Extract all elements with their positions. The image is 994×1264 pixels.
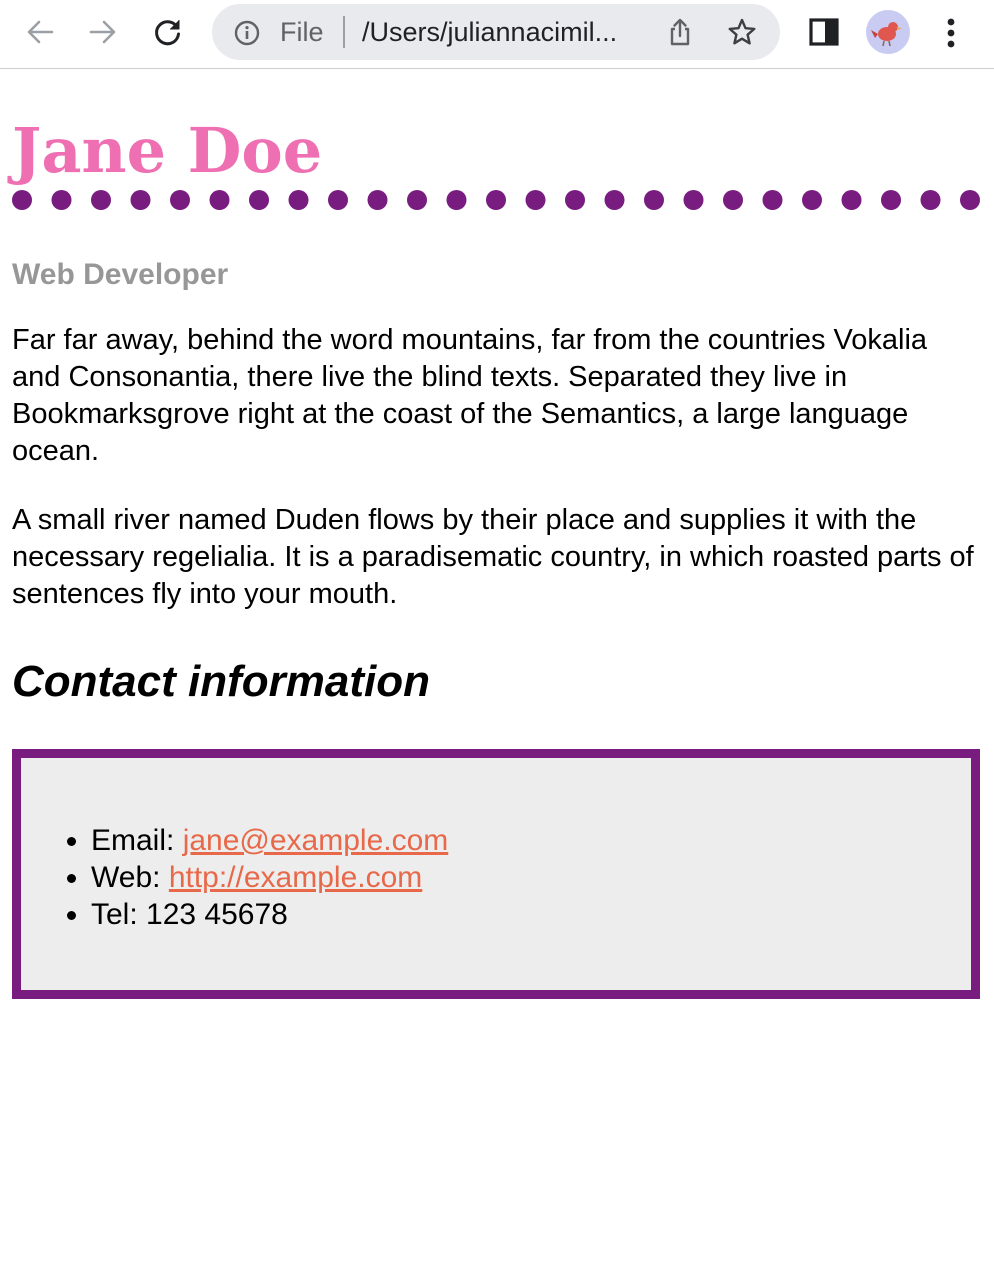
share-icon[interactable] [665, 17, 695, 47]
email-label: Email: [91, 824, 183, 857]
address-divider [343, 16, 345, 48]
kebab-menu-icon[interactable] [936, 14, 966, 52]
url-text[interactable]: /Users/juliannacimil... [362, 17, 652, 48]
contact-box: Email: jane@example.com Web: http://exam… [12, 749, 980, 999]
back-button[interactable] [18, 10, 62, 54]
tel-value: 123 45678 [146, 898, 288, 931]
contact-tel-item: Tel: 123 45678 [91, 896, 971, 933]
bird-icon [871, 22, 902, 47]
contact-web-item: Web: http://example.com [91, 859, 971, 896]
address-bar[interactable]: File /Users/juliannacimil... [212, 4, 780, 60]
forward-button[interactable] [81, 10, 125, 54]
tel-label: Tel: [91, 898, 147, 931]
job-title: Web Developer [12, 258, 229, 291]
contact-list: Email: jane@example.com Web: http://exam… [21, 822, 971, 933]
star-icon[interactable] [727, 17, 757, 47]
contact-heading: Contact information [12, 657, 430, 706]
browser-toolbar: File /Users/juliannacimil... [0, 0, 994, 69]
forward-arrow-icon [89, 20, 116, 44]
page-content: Jane Doe Web Developer Far far away, beh… [0, 69, 994, 999]
reload-button[interactable] [146, 10, 190, 54]
contact-email-item: Email: jane@example.com [91, 822, 971, 859]
web-link[interactable]: http://example.com [169, 861, 422, 894]
reload-icon [155, 20, 180, 46]
avatar[interactable] [866, 10, 910, 54]
side-panel-icon[interactable] [806, 14, 842, 50]
info-icon[interactable] [234, 20, 260, 46]
intro-paragraph: Far far away, behind the word mountains,… [12, 324, 928, 467]
email-link[interactable]: jane@example.com [183, 824, 449, 857]
file-scheme-label: File [280, 17, 324, 47]
page-title: Jane Doe [12, 114, 323, 187]
back-arrow-icon [27, 20, 54, 44]
web-label: Web: [91, 861, 169, 894]
intro-paragraph: A small river named Duden flows by their… [12, 504, 974, 610]
dotted-divider [12, 189, 990, 211]
